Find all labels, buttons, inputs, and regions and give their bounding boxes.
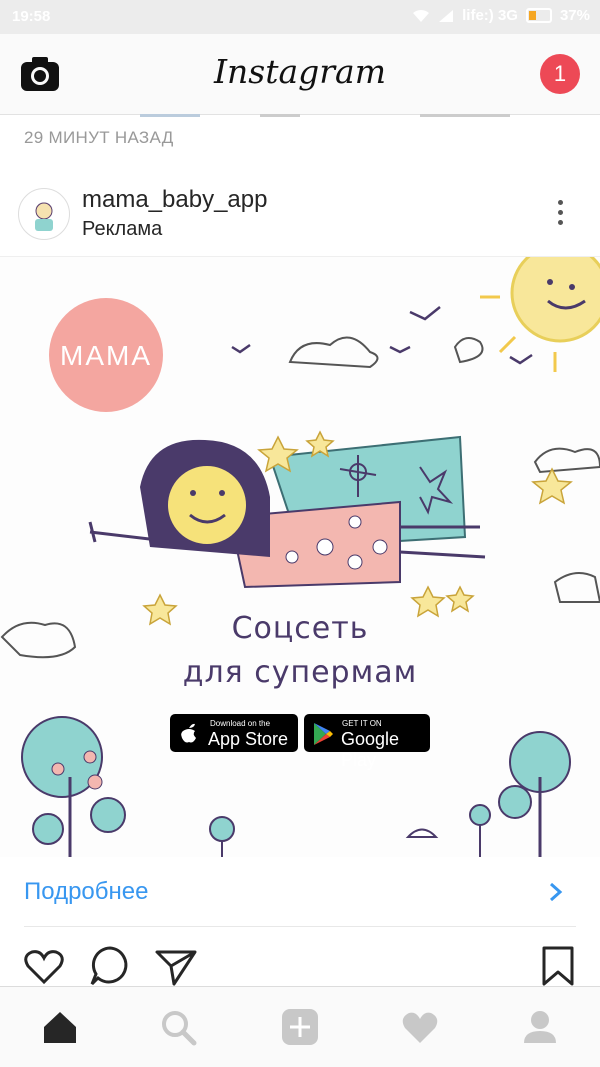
google-play-label: Google Play <box>341 729 400 770</box>
app-store-badge[interactable]: Download on the App Store <box>170 714 298 752</box>
sponsored-label: Реклама <box>82 218 163 240</box>
divider <box>24 926 576 927</box>
google-play-badge[interactable]: GET IT ON Google Play <box>304 714 430 770</box>
add-icon[interactable] <box>280 1007 320 1047</box>
wifi-icon <box>413 9 430 22</box>
post-image[interactable]: MAMA Соцсеть для супермам Download on th… <box>0 257 600 857</box>
send-icon[interactable] <box>154 944 198 988</box>
comment-icon[interactable] <box>88 944 132 988</box>
google-play-icon <box>314 723 333 745</box>
app-store-label: App Store <box>208 729 289 749</box>
app-header: Instagram 1 <box>0 34 600 115</box>
learn-more-row[interactable]: Подробнее <box>0 858 600 926</box>
post-actions <box>0 940 600 988</box>
status-bar: 19:58 life:) 3G 37% <box>0 0 600 34</box>
sun-drawing <box>480 257 600 372</box>
post-illustration: MAMA <box>0 257 600 857</box>
previous-caption-fragment <box>140 114 510 117</box>
heart-icon[interactable] <box>22 944 66 988</box>
tagline-line1: Соцсеть <box>231 611 369 646</box>
birds-drawing <box>231 306 533 365</box>
profile-icon[interactable] <box>520 1007 560 1047</box>
bookmark-icon[interactable] <box>536 944 580 988</box>
google-play-small-text: GET IT ON <box>342 719 382 728</box>
mama-badge: MAMA <box>49 298 163 412</box>
status-time: 19:58 <box>12 8 51 25</box>
status-right: life:) 3G 37% <box>412 7 590 24</box>
learn-more-link[interactable]: Подробнее <box>24 878 148 906</box>
chevron-right-icon <box>550 882 563 902</box>
avatar[interactable] <box>18 188 70 240</box>
instagram-logo: Instagram <box>213 52 387 91</box>
bottom-nav <box>0 986 600 1067</box>
activity-icon[interactable] <box>400 1007 440 1047</box>
tagline-line2: для супермам <box>182 655 418 690</box>
more-vertical-icon[interactable] <box>548 196 572 232</box>
apple-icon <box>181 723 196 743</box>
previous-post-time: 29 МИНУТ НАЗАД <box>24 128 174 147</box>
mama-badge-text: MAMA <box>60 340 152 371</box>
carrier-label: life:) 3G <box>462 7 518 24</box>
signal-icon <box>439 9 454 22</box>
app-store-small-text: Download on the <box>210 719 271 728</box>
home-icon[interactable] <box>40 1007 80 1047</box>
battery-icon <box>525 8 552 23</box>
post-header: mama_baby_app Реклама <box>0 170 600 257</box>
battery-percent: 37% <box>559 7 590 24</box>
post-username[interactable]: mama_baby_app <box>82 186 267 214</box>
notification-badge[interactable]: 1 <box>540 54 580 94</box>
search-icon[interactable] <box>158 1007 198 1047</box>
